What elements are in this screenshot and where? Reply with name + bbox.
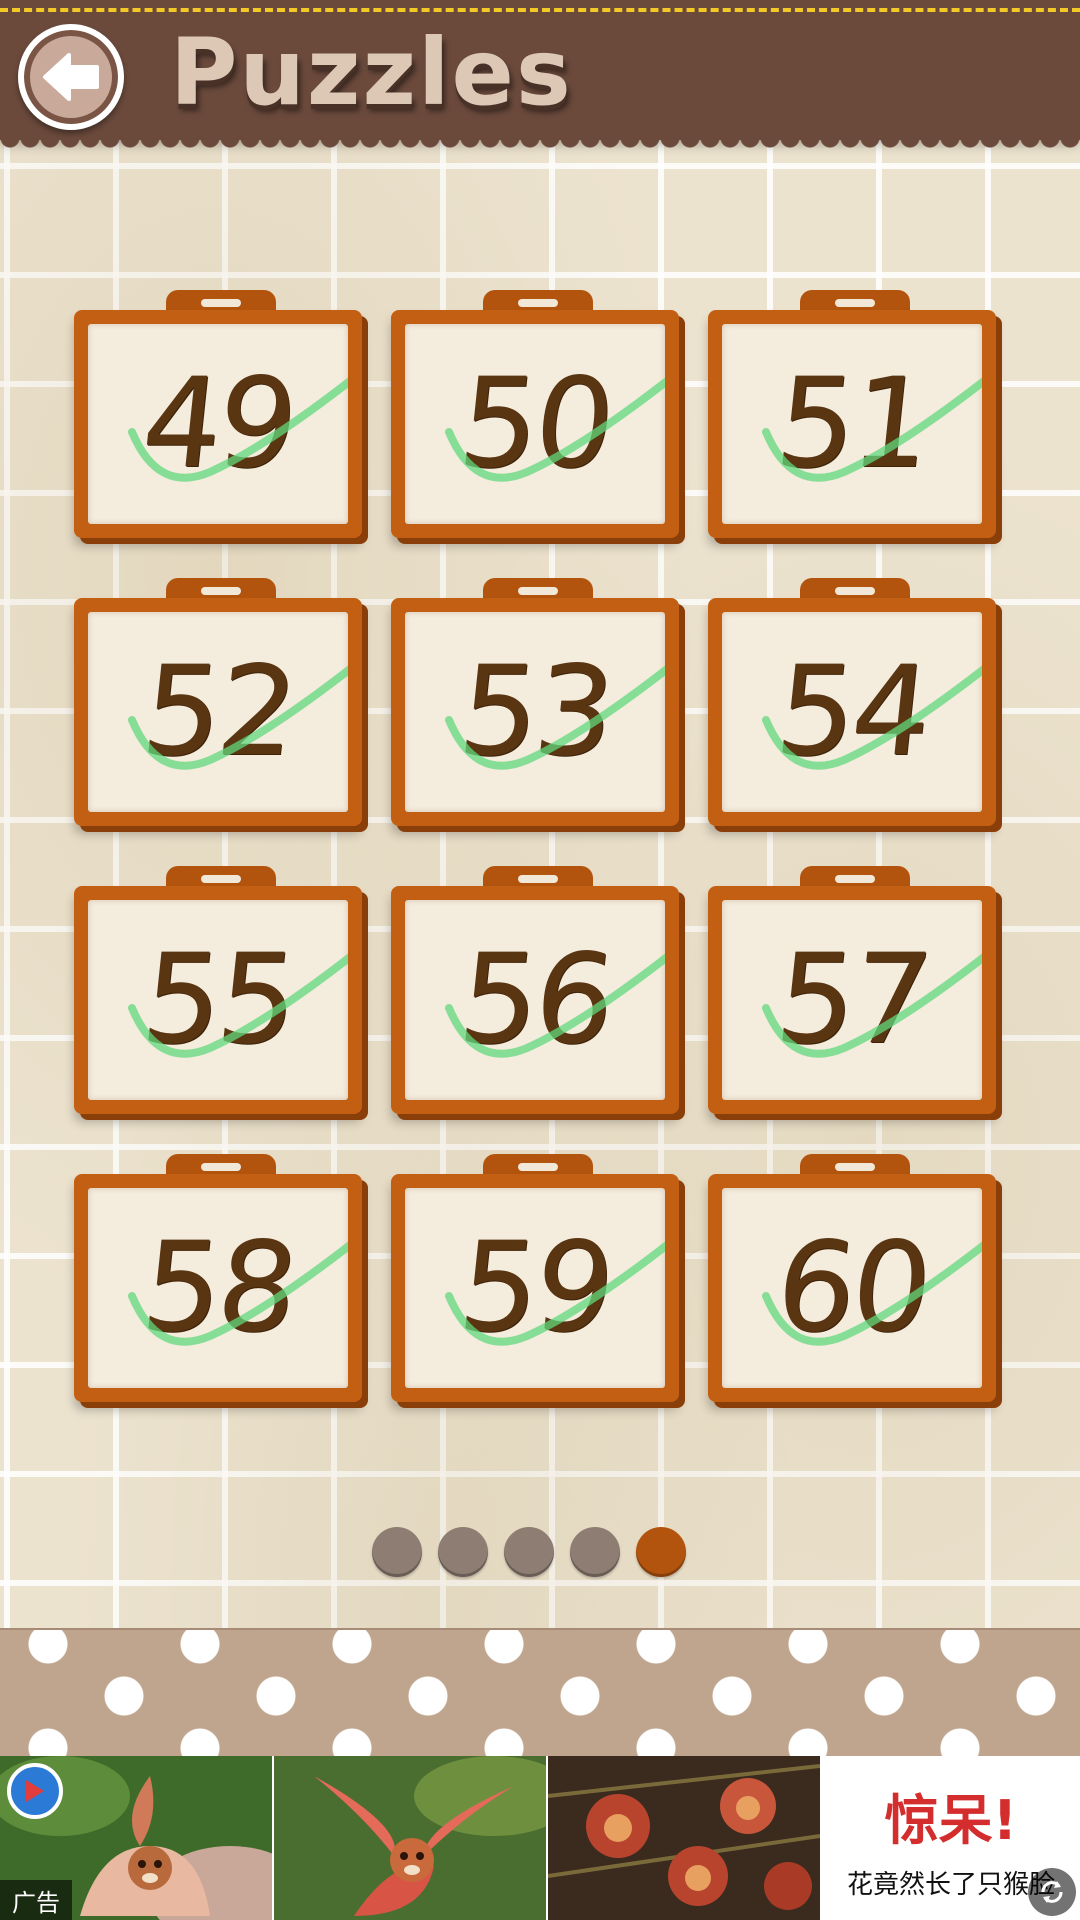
checkmark-icon — [445, 953, 665, 1058]
page-dot-active[interactable] — [636, 1527, 686, 1577]
puzzle-tile[interactable]: 60 — [708, 1154, 1002, 1412]
tile-frame: 59 — [391, 1174, 679, 1402]
ad-source-badge-icon — [7, 1763, 63, 1819]
tile-frame: 52 — [74, 598, 362, 826]
puzzle-tile[interactable]: 55 — [74, 866, 368, 1124]
puzzle-tile[interactable]: 58 — [74, 1154, 368, 1412]
ad-banner[interactable]: 广告 惊呆! 花竟然长了只猴脸 — [0, 1756, 1080, 1920]
header-bar: Puzzles — [0, 0, 1080, 154]
ad-image-1: 广告 — [0, 1756, 272, 1920]
checkmark-icon — [128, 665, 348, 770]
puzzle-tile[interactable]: 50 — [391, 290, 685, 548]
page-dot[interactable] — [570, 1527, 620, 1577]
back-arrow-icon — [43, 53, 99, 101]
tile-frame: 60 — [708, 1174, 996, 1402]
page-dot[interactable] — [504, 1527, 554, 1577]
page-indicator — [372, 1527, 686, 1577]
tile-card: 55 — [88, 900, 348, 1100]
tile-frame: 50 — [391, 310, 679, 538]
puzzle-tile[interactable]: 56 — [391, 866, 685, 1124]
puzzle-tile[interactable]: 51 — [708, 290, 1002, 548]
puzzle-grid: 49 50 51 52 53 54 55 56 57 58 59 60 — [74, 290, 1004, 1412]
tile-frame: 51 — [708, 310, 996, 538]
polka-dot-footer — [0, 1628, 1080, 1758]
ad-text-panel: 惊呆! 花竟然长了只猴脸 — [822, 1756, 1080, 1920]
puzzle-tile[interactable]: 52 — [74, 578, 368, 836]
tile-card: 54 — [722, 612, 982, 812]
checkmark-icon — [128, 1241, 348, 1346]
ad-image-3 — [548, 1756, 820, 1920]
ad-image-2 — [274, 1756, 546, 1920]
header-stitch-decoration — [0, 8, 1080, 12]
checkmark-icon — [762, 377, 982, 482]
puzzle-tile[interactable]: 54 — [708, 578, 1002, 836]
header-scallop-edge — [0, 138, 1080, 154]
puzzle-tile[interactable]: 49 — [74, 290, 368, 548]
ad-headline: 惊呆! — [884, 1789, 1018, 1852]
checkmark-icon — [128, 953, 348, 1058]
tile-frame: 56 — [391, 886, 679, 1114]
checkmark-icon — [445, 665, 665, 770]
tile-frame: 49 — [74, 310, 362, 538]
checkmark-icon — [762, 665, 982, 770]
tile-card: 53 — [405, 612, 665, 812]
tile-card: 50 — [405, 324, 665, 524]
puzzle-tile[interactable]: 59 — [391, 1154, 685, 1412]
ad-label: 广告 — [0, 1880, 72, 1920]
puzzle-tile[interactable]: 57 — [708, 866, 1002, 1124]
back-button[interactable] — [18, 24, 124, 130]
checkmark-icon — [445, 1241, 665, 1346]
tile-card: 60 — [722, 1188, 982, 1388]
tile-frame: 53 — [391, 598, 679, 826]
page-title: Puzzles — [170, 19, 573, 126]
tile-card: 49 — [88, 324, 348, 524]
tile-frame: 57 — [708, 886, 996, 1114]
tile-card: 58 — [88, 1188, 348, 1388]
checkmark-icon — [762, 1241, 982, 1346]
page-dot[interactable] — [438, 1527, 488, 1577]
checkmark-icon — [762, 953, 982, 1058]
level-select-screen: Puzzles 49 50 51 52 53 54 55 56 57 58 59 60 广告 — [0, 0, 1080, 1920]
refresh-icon[interactable] — [1028, 1868, 1076, 1916]
tile-card: 59 — [405, 1188, 665, 1388]
puzzle-tile[interactable]: 53 — [391, 578, 685, 836]
tile-card: 51 — [722, 324, 982, 524]
tile-frame: 58 — [74, 1174, 362, 1402]
tile-card: 52 — [88, 612, 348, 812]
tile-frame: 55 — [74, 886, 362, 1114]
page-dot[interactable] — [372, 1527, 422, 1577]
refresh-arrows-icon — [1041, 1881, 1063, 1903]
checkmark-icon — [128, 377, 348, 482]
checkmark-icon — [445, 377, 665, 482]
tile-frame: 54 — [708, 598, 996, 826]
tile-card: 56 — [405, 900, 665, 1100]
tile-card: 57 — [722, 900, 982, 1100]
